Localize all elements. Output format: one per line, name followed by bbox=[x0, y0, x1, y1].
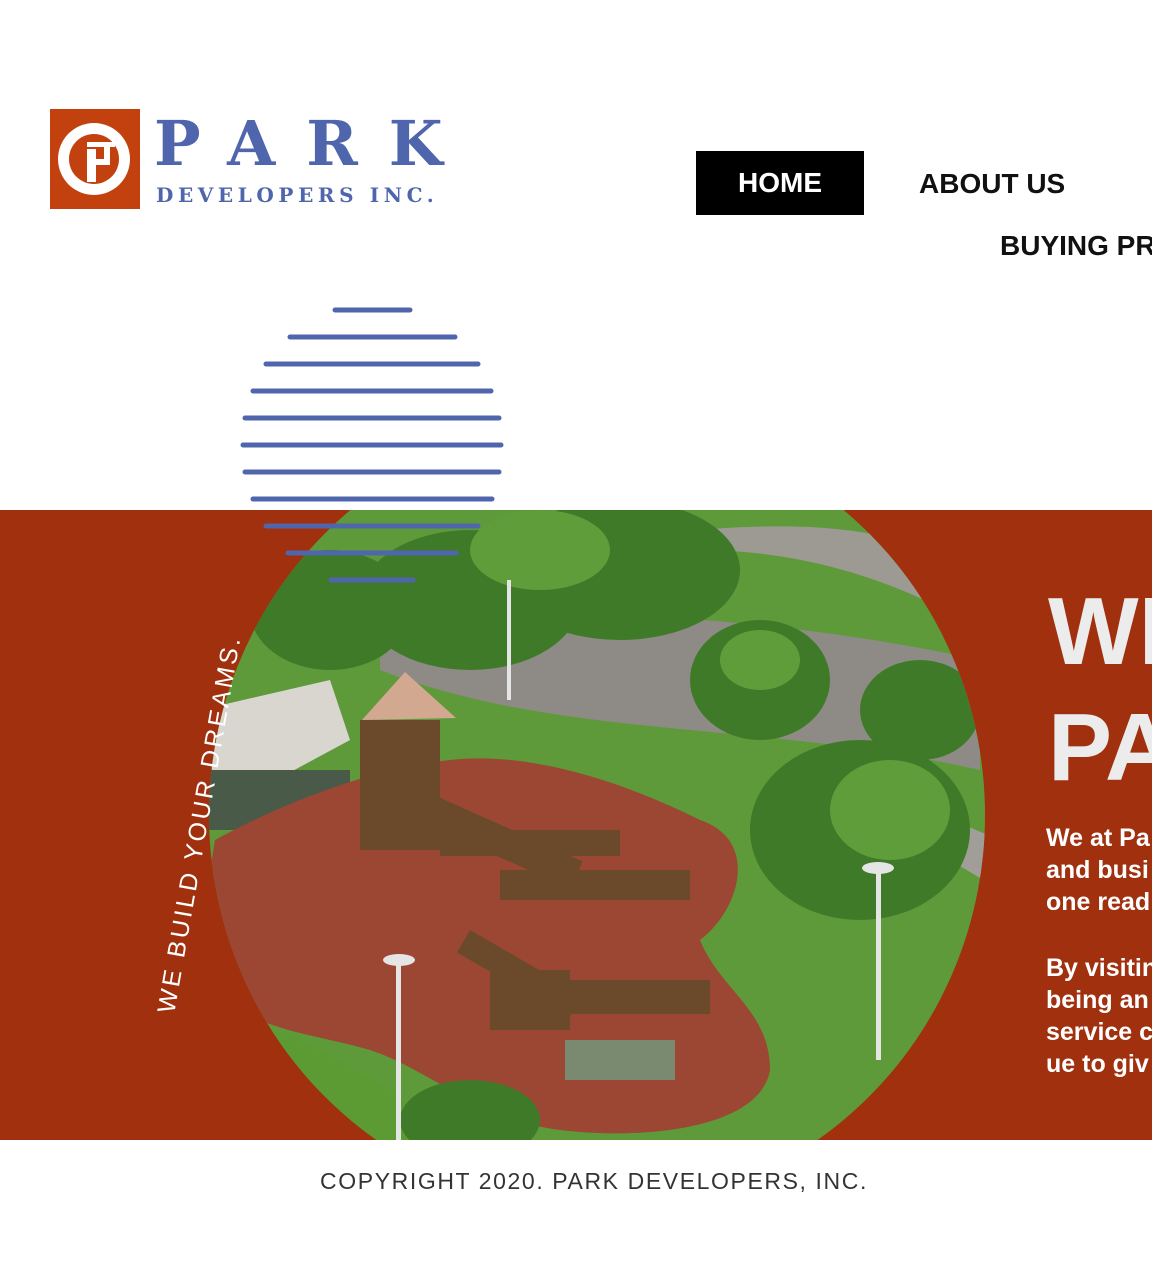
paragraph-line: being an bbox=[1046, 986, 1149, 1014]
hero-section bbox=[0, 510, 1152, 1140]
hero-title-line: WE bbox=[1048, 578, 1152, 685]
paragraph-line: By visitin bbox=[1046, 954, 1152, 982]
hero-paragraph-1: We at Pa and busi one read bbox=[1046, 822, 1152, 918]
paragraph-line: We at Pa bbox=[1046, 824, 1150, 852]
hero-paragraph-2: By visitin being an service c ue to giv bbox=[1046, 952, 1152, 1080]
paragraph-line: ue to giv bbox=[1046, 1050, 1149, 1078]
hero-title: WE PA bbox=[1048, 574, 1152, 806]
playground-photo-icon bbox=[209, 510, 985, 1140]
logo[interactable]: PARK DEVELOPERS INC. bbox=[50, 108, 480, 212]
logo-subtitle: DEVELOPERS INC. bbox=[156, 183, 439, 207]
logo-wordmark: PARK bbox=[154, 107, 474, 180]
hero-title-line: PA bbox=[1048, 694, 1152, 801]
copyright-text: COPYRIGHT 2020. PARK DEVELOPERS, INC. bbox=[320, 1168, 868, 1194]
nav-item-buying[interactable]: BUYING PR bbox=[1000, 229, 1152, 263]
paragraph-line: service c bbox=[1046, 1018, 1152, 1046]
paragraph-line: one read bbox=[1046, 888, 1151, 916]
logo-mark-icon bbox=[50, 109, 140, 209]
nav-item-about-us[interactable]: ABOUT US bbox=[919, 167, 1065, 201]
nav-item-home[interactable]: HOME bbox=[696, 151, 864, 215]
paragraph-line: and busi bbox=[1046, 856, 1149, 884]
